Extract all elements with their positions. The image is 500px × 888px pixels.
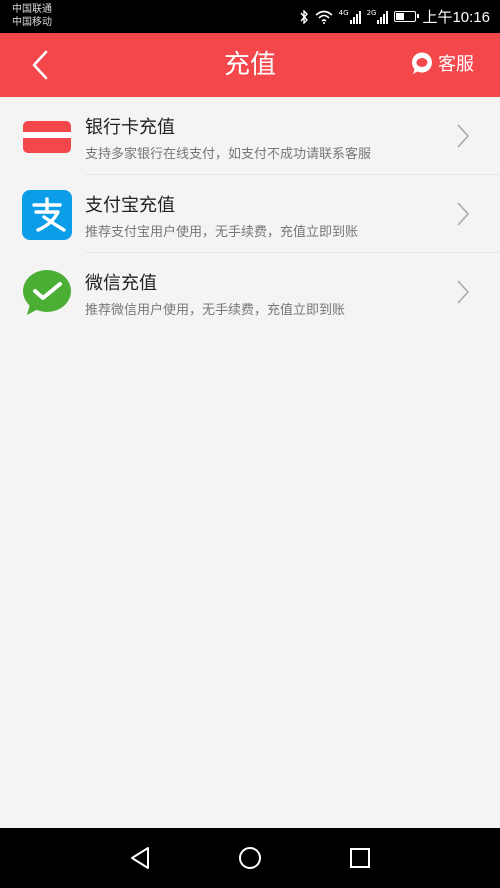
chevron-right-icon: [457, 202, 470, 226]
bluetooth-icon: [300, 9, 308, 24]
alipay-icon: [22, 190, 72, 240]
top-header: 充值 客服: [0, 33, 500, 97]
network-type-2: 2G: [366, 8, 377, 17]
status-bar: 中国联通 中国移动 4G 2G 上午10:16: [0, 0, 500, 33]
customer-service-button[interactable]: 客服: [410, 50, 474, 76]
signal-2: 2G: [366, 8, 389, 24]
list-item-wechat[interactable]: 微信充值 推荐微信用户使用，无手续费，充值立即到账: [0, 253, 500, 331]
carrier-info: 中国联通 中国移动: [12, 3, 52, 29]
status-time: 上午10:16: [422, 9, 490, 26]
chevron-right-icon: [457, 124, 470, 148]
item-description: 推荐微信用户使用，无手续费，充值立即到账: [85, 303, 346, 318]
bank-card-icon: [23, 121, 71, 153]
nav-back-button[interactable]: [125, 843, 155, 873]
customer-service-label: 客服: [438, 54, 474, 75]
carrier-2: 中国移动: [12, 17, 52, 28]
square-recents-icon: [350, 848, 370, 868]
nav-home-button[interactable]: [235, 843, 265, 873]
battery-icon: [394, 11, 420, 22]
wifi-icon: [315, 10, 333, 24]
status-icons: 4G 2G 上午10:16: [299, 0, 490, 33]
network-type-1: 4G: [338, 8, 349, 17]
circle-home-icon: [239, 847, 261, 869]
triangle-back-icon: [131, 847, 149, 869]
chat-bubble-icon: [412, 52, 432, 74]
item-name: 微信充值: [85, 273, 157, 294]
list-item-bank-card[interactable]: 银行卡充值 支持多家银行在线支付，如支付不成功请联系客服: [0, 97, 500, 175]
wechat-icon: [23, 270, 71, 315]
list-item-alipay[interactable]: 支付宝充值 推荐支付宝用户使用，无手续费，充值立即到账: [0, 175, 500, 253]
nav-recents-button[interactable]: [345, 843, 375, 873]
chevron-right-icon: [457, 280, 470, 304]
signal-bars-icon: [377, 10, 389, 24]
signal-1: 4G: [338, 8, 361, 24]
carrier-1: 中国联通: [12, 4, 52, 15]
item-description: 支持多家银行在线支付，如支付不成功请联系客服: [85, 147, 372, 162]
item-name: 支付宝充值: [85, 195, 175, 216]
recharge-method-list: 银行卡充值 支持多家银行在线支付，如支付不成功请联系客服 支付宝充值 推荐支付宝…: [0, 97, 500, 331]
system-nav-bar: [0, 828, 500, 888]
item-description: 推荐支付宝用户使用，无手续费，充值立即到账: [85, 225, 359, 240]
item-name: 银行卡充值: [85, 117, 175, 138]
signal-bars-icon: [349, 10, 361, 24]
